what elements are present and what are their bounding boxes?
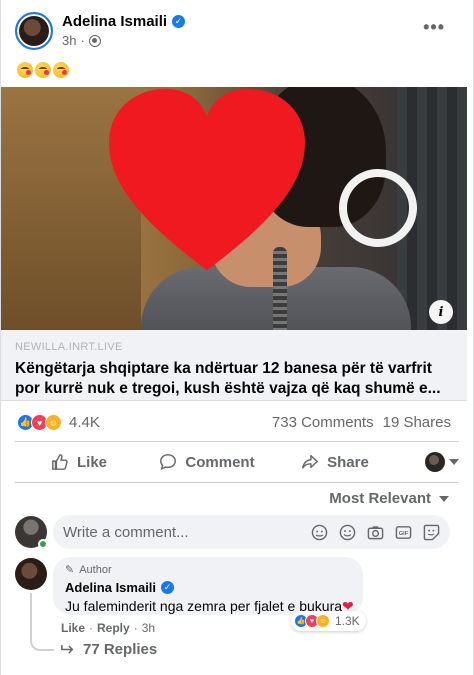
comment-bubble: ✎ Author Adelina Ismaili ✓ Ju faleminder… bbox=[53, 557, 363, 615]
post-meta: 3h · bbox=[62, 33, 185, 48]
author-name[interactable]: Adelina Ismaili bbox=[62, 13, 167, 30]
more-icon[interactable]: ••• bbox=[423, 18, 445, 36]
care-reaction-icon: ☺ bbox=[45, 414, 62, 431]
comments-count[interactable]: 733 Comments bbox=[272, 414, 374, 431]
heart-overlay-icon bbox=[109, 88, 305, 271]
view-replies-button[interactable]: 77 Replies bbox=[61, 641, 157, 658]
sort-label: Most Relevant bbox=[329, 490, 431, 507]
engagement-stats: 733 Comments 19 Shares bbox=[272, 414, 451, 431]
post-text-emojis bbox=[17, 62, 69, 78]
link-title-line-1: Këngëtarja shqiptare ka ndërtuar 12 bane… bbox=[15, 360, 432, 377]
comment-reaction-count: 1.3K bbox=[335, 614, 360, 628]
pencil-icon: ✎ bbox=[65, 564, 75, 576]
comment-reply-link[interactable]: Reply bbox=[97, 621, 130, 635]
comment-sort-dropdown[interactable]: Most Relevant bbox=[329, 490, 449, 507]
replies-count: 77 Replies bbox=[83, 641, 158, 658]
reply-arrow-icon bbox=[61, 645, 74, 654]
online-status-dot bbox=[38, 539, 48, 549]
kiss-emoji-icon bbox=[35, 62, 51, 78]
chevron-down-icon bbox=[449, 459, 459, 465]
share-label: Share bbox=[327, 453, 369, 471]
author-name-row: Adelina Ismaili ✓ bbox=[62, 13, 186, 30]
kiss-emoji-icon bbox=[53, 62, 69, 78]
author-info: Adelina Ismaili ✓ 3h · bbox=[62, 13, 186, 48]
share-icon bbox=[302, 454, 319, 469]
verified-badge-icon: ✓ bbox=[172, 15, 186, 28]
comment-action-separator: · bbox=[133, 621, 138, 635]
info-icon[interactable]: i bbox=[429, 300, 453, 324]
link-domain: NEWILLA.INRT.LIVE bbox=[15, 341, 123, 353]
svg-text:GIF: GIF bbox=[398, 530, 408, 536]
shares-count[interactable]: 19 Shares bbox=[383, 414, 451, 431]
commenter-name-row: Adelina Ismaili ✓ bbox=[65, 580, 351, 595]
verified-badge-icon: ✓ bbox=[161, 581, 175, 594]
comment-like-link[interactable]: Like bbox=[61, 621, 85, 635]
author-avatar[interactable] bbox=[15, 12, 53, 50]
link-title-line-2: por kurrë nuk e tregoi, kush është vajza… bbox=[15, 380, 441, 397]
comment-button[interactable]: Comment bbox=[143, 453, 271, 471]
share-as-selector[interactable] bbox=[399, 452, 459, 472]
share-button[interactable]: Share bbox=[271, 453, 399, 471]
comment-time[interactable]: 3h bbox=[142, 621, 155, 635]
link-preview[interactable]: NEWILLA.INRT.LIVE Këngëtarja shqiptare k… bbox=[1, 330, 467, 401]
care-reaction-icon: ☺ bbox=[316, 614, 330, 628]
comment-composer[interactable]: GIF bbox=[53, 515, 450, 549]
composer-icons: GIF bbox=[310, 523, 440, 541]
like-label: Like bbox=[76, 453, 107, 471]
comment-actions: Like · Reply · 3h bbox=[61, 621, 155, 635]
sticker-icon[interactable] bbox=[422, 523, 440, 541]
comment-label: Comment bbox=[185, 453, 255, 471]
post-time[interactable]: 3h bbox=[62, 33, 76, 48]
camera-icon[interactable] bbox=[366, 523, 384, 541]
like-icon bbox=[52, 454, 68, 470]
commenter-avatar[interactable] bbox=[15, 558, 47, 590]
commenter-name[interactable]: Adelina Ismaili bbox=[65, 580, 156, 595]
reaction-count: 4.4K bbox=[69, 414, 100, 431]
reply-thread-line bbox=[30, 593, 54, 651]
kiss-emoji-icon bbox=[17, 62, 33, 78]
reaction-summary[interactable]: 👍 ♥ ☺ 4.4K bbox=[17, 414, 100, 431]
avatar-sticker-icon[interactable] bbox=[310, 523, 328, 541]
post-card: Adelina Ismaili ✓ 3h · ••• i NEWILLA.INR… bbox=[0, 0, 474, 675]
comment-reaction-summary[interactable]: 👍 ♥ ☺ 1.3K bbox=[291, 611, 366, 631]
emoji-icon[interactable] bbox=[338, 523, 356, 541]
profile-avatar bbox=[425, 452, 445, 472]
image-ring-light bbox=[339, 169, 417, 247]
post-header: Adelina Ismaili ✓ 3h · bbox=[15, 12, 186, 50]
comment-action-separator: · bbox=[89, 621, 94, 635]
chevron-down-icon bbox=[439, 495, 449, 502]
meta-separator: · bbox=[80, 33, 85, 48]
comment-input[interactable] bbox=[63, 523, 310, 541]
gif-icon[interactable]: GIF bbox=[394, 523, 412, 541]
post-actions: Like Comment Share bbox=[15, 442, 459, 482]
like-button[interactable]: Like bbox=[15, 453, 143, 471]
author-badge: ✎ Author bbox=[65, 563, 351, 577]
author-badge-label: Author bbox=[79, 563, 112, 576]
divider bbox=[15, 482, 459, 483]
comment-icon bbox=[160, 454, 177, 471]
post-image[interactable]: i bbox=[1, 87, 467, 330]
globe-icon[interactable] bbox=[88, 34, 101, 47]
